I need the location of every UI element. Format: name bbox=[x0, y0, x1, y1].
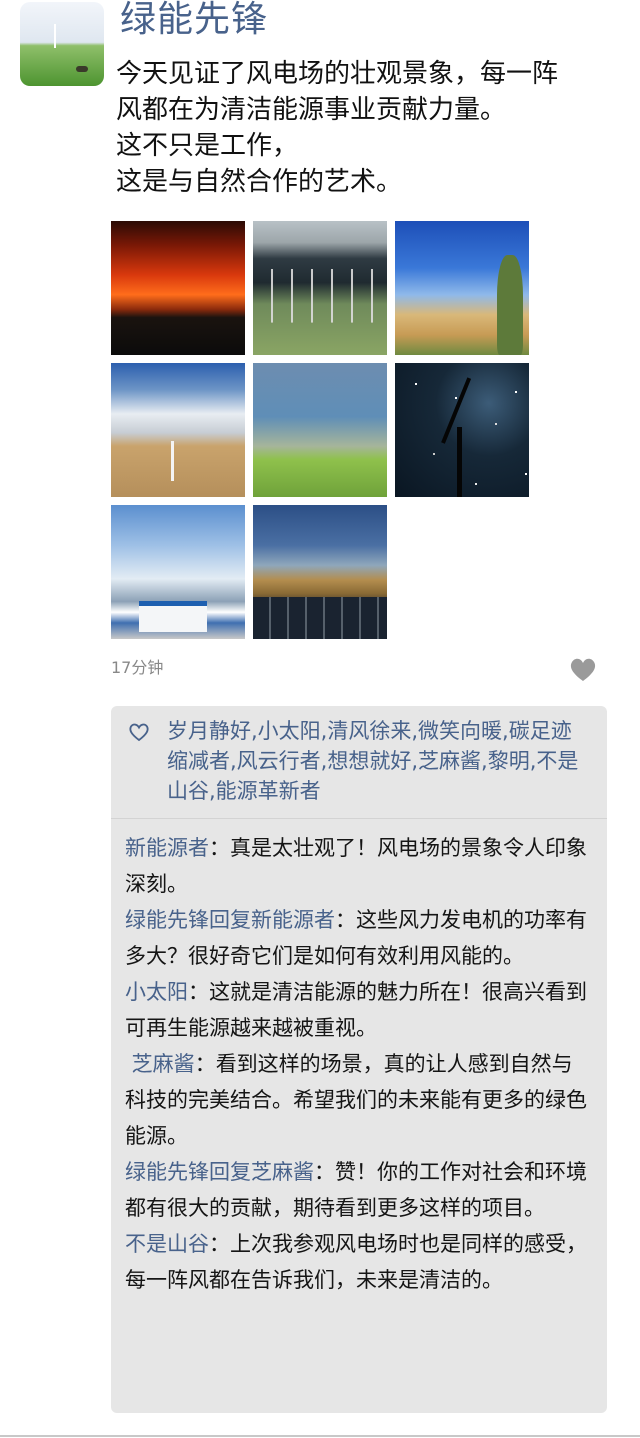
photo-star-trails-solar[interactable] bbox=[253, 505, 387, 639]
heart-filled-icon bbox=[570, 658, 596, 681]
photo-grid bbox=[111, 221, 531, 639]
comment-item[interactable]: 小太阳：这就是清洁能源的魅力所在！很高兴看到可再生能源越来越被重视。 bbox=[125, 974, 591, 1046]
content-line: 风都在为清洁能源事业贡献力量。 bbox=[116, 95, 507, 125]
comments-list: 新能源者：真是太壮观了！风电场的景象令人印象深刻。 绿能先锋回复新能源者：这些风… bbox=[125, 830, 591, 1298]
comment-separator: ： bbox=[314, 1160, 335, 1184]
comment-item[interactable]: 不是山谷：上次我参观风电场时也是同样的感受，每一阵风都在告诉我们，未来是清洁的。 bbox=[125, 1226, 591, 1298]
moment-post: 绿能先锋 今天见证了风电场的壮观景象，每一阵 风都在为清洁能源事业贡献力量。 这… bbox=[0, 0, 640, 1438]
comment-separator: ： bbox=[188, 980, 209, 1004]
comment-separator: ： bbox=[209, 1232, 230, 1256]
post-content: 今天见证了风电场的壮观景象，每一阵 风都在为清洁能源事业贡献力量。 这不只是工作… bbox=[116, 56, 616, 200]
photo-turbine-night[interactable] bbox=[395, 363, 529, 497]
comment-author[interactable]: 绿能先锋回复新能源者 bbox=[125, 908, 335, 932]
turbine-mast bbox=[457, 427, 462, 497]
comment-author[interactable]: 新能源者 bbox=[125, 836, 209, 860]
photo-station-building[interactable] bbox=[111, 505, 245, 639]
bottom-divider bbox=[0, 1435, 640, 1437]
photo-wind-turbine-plain[interactable] bbox=[111, 363, 245, 497]
comment-separator: ： bbox=[335, 908, 356, 932]
building-shape bbox=[139, 601, 207, 632]
comment-item[interactable]: 芝麻酱：看到这样的场景，真的让人感到自然与科技的完美结合。希望我们的未来能有更多… bbox=[125, 1046, 591, 1154]
avatar[interactable] bbox=[20, 2, 104, 86]
likes-comments-panel: 岁月静好,小太阳,清风徐来,微笑向暖,碳足迹缩减者,风云行者,想想就好,芝麻酱,… bbox=[111, 706, 607, 1413]
avatar-cow bbox=[76, 66, 88, 72]
comment-separator: ： bbox=[194, 1052, 216, 1076]
solar-panels-shape bbox=[253, 597, 387, 639]
photo-desert-sky[interactable] bbox=[395, 221, 529, 355]
comment-separator: ： bbox=[209, 836, 230, 860]
content-line: 今天见证了风电场的壮观景象，每一阵 bbox=[116, 59, 559, 89]
likes-section: 岁月静好,小太阳,清风徐来,微笑向暖,碳足迹缩减者,风云行者,想想就好,芝麻酱,… bbox=[127, 716, 597, 816]
content-line: 这是与自然合作的艺术。 bbox=[116, 167, 403, 197]
avatar-wind-turbine bbox=[54, 24, 56, 48]
photo-sunset[interactable] bbox=[111, 221, 245, 355]
comment-item[interactable]: 新能源者：真是太壮观了！风电场的景象令人印象深刻。 bbox=[125, 830, 591, 902]
likes-list[interactable]: 岁月静好,小太阳,清风徐来,微笑向暖,碳足迹缩减者,风云行者,想想就好,芝麻酱,… bbox=[167, 716, 587, 806]
tree-shape bbox=[497, 255, 523, 355]
comment-author[interactable]: 小太阳 bbox=[125, 980, 188, 1004]
divider bbox=[111, 818, 607, 819]
author-name[interactable]: 绿能先锋 bbox=[120, 0, 268, 44]
photo-solar-array[interactable] bbox=[253, 221, 387, 355]
photo-rainbow-grassland[interactable] bbox=[253, 363, 387, 497]
comment-author[interactable]: 芝麻酱 bbox=[125, 1052, 195, 1076]
like-comment-menu-button[interactable] bbox=[566, 655, 600, 683]
stars bbox=[415, 383, 417, 385]
comment-author[interactable]: 不是山谷 bbox=[125, 1232, 209, 1256]
comment-item[interactable]: 绿能先锋回复新能源者：这些风力发电机的功率有多大？很好奇它们是如何有效利用风能的… bbox=[125, 902, 591, 974]
turbine-shape bbox=[171, 441, 174, 481]
content-line: 这不只是工作， bbox=[116, 131, 299, 161]
comment-item[interactable]: 绿能先锋回复芝麻酱：赞！你的工作对社会和环境都有很大的贡献，期待看到更多这样的项… bbox=[125, 1154, 591, 1226]
post-time: 17分钟 bbox=[111, 658, 164, 677]
heart-outline-icon bbox=[129, 723, 149, 742]
comment-author[interactable]: 绿能先锋回复芝麻酱 bbox=[125, 1160, 314, 1184]
